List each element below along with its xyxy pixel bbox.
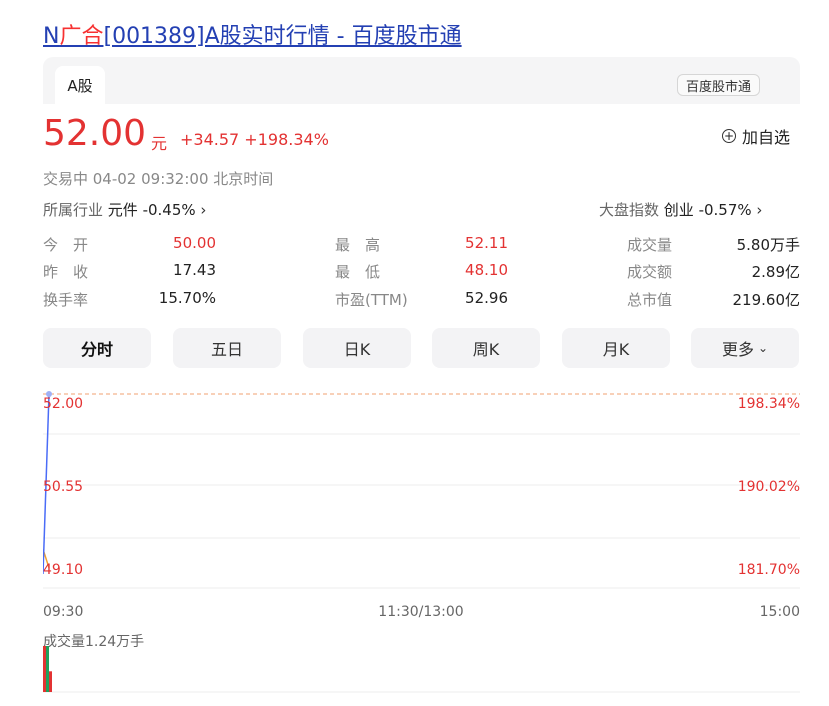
volume-bar [46,646,49,692]
stat-value-high: 52.11 [465,234,508,252]
volume-label: 成交量1.24万手 [43,633,144,650]
tab-a-share[interactable]: A股 [55,66,105,104]
period-tab-weekly[interactable]: 周K [432,328,540,368]
period-tab-5day[interactable]: 五日 [173,328,281,368]
plus-circle-icon: + [722,129,736,143]
y-tick-right: 198.34% [738,396,800,412]
index-label: 大盘指数 [599,201,660,219]
stat-label-prev-close: 昨 收 [43,263,89,281]
index-value: 创业 -0.57% [663,201,752,219]
y-tick-left: 49.10 [43,562,83,578]
stat-label-pe: 市盈(TTM) [335,291,408,309]
page-title[interactable]: N广合[001389]A股实时行情 - 百度股市通 [43,18,462,50]
x-tick: 09:30 [43,604,83,620]
period-tab-daily[interactable]: 日K [303,328,411,368]
stat-value-pe: 52.96 [465,289,508,307]
stat-label-turnover: 换手率 [43,291,89,309]
add-watchlist-label: 加自选 [742,128,791,147]
stat-value-amount: 2.89亿 [751,263,800,281]
y-tick-left: 52.00 [43,396,83,412]
volume-bar [43,646,46,692]
price-change: +34.57 +198.34% [180,130,329,149]
stat-label-volume: 成交量 [627,236,673,254]
y-tick-left: 50.55 [43,479,83,495]
y-tick-right: 181.70% [738,562,800,578]
x-tick: 15:00 [760,604,800,620]
period-tab-monthly[interactable]: 月K [562,328,670,368]
intraday-chart[interactable]: 52.00 50.55 49.10 198.34% 190.02% 181.70% 09:3… [43,388,800,698]
chevron-right-icon: › [200,201,207,219]
stat-label-amount: 成交额 [627,263,673,281]
add-watchlist-button[interactable]: + 加自选 [722,124,790,148]
stat-label-market-cap: 总市值 [627,291,673,309]
industry-link[interactable]: 所属行业 元件 -0.45% › [43,199,206,220]
price-unit: 元 [151,134,168,153]
index-link[interactable]: 大盘指数 创业 -0.57% › [599,199,762,220]
period-tab-intraday[interactable]: 分时 [43,328,151,368]
current-price: 52.00 [43,113,147,154]
stat-value-open: 50.00 [173,234,216,252]
chevron-right-icon: › [756,201,763,219]
more-label: 更多 [721,340,754,359]
y-tick-right: 190.02% [738,479,800,495]
period-tab-more[interactable]: 更多 ⌄ [691,328,799,368]
stat-label-high: 最 高 [335,236,381,254]
x-tick: 11:30/13:00 [378,604,463,620]
stat-value-turnover: 15.70% [158,289,216,307]
stat-value-low: 48.10 [465,261,508,279]
stat-value-volume: 5.80万手 [736,236,800,254]
volume-bar [49,671,52,692]
industry-value: 元件 -0.45% [107,201,196,219]
industry-label: 所属行业 [43,201,104,219]
chevron-down-icon: ⌄ [757,341,769,355]
stat-value-prev-close: 17.43 [173,261,216,279]
stat-label-open: 今 开 [43,236,89,254]
stat-label-low: 最 低 [335,263,381,281]
source-badge: 百度股市通 [677,74,761,96]
stat-value-market-cap: 219.60亿 [732,291,801,309]
trading-status: 交易中 04-02 09:32:00 北京时间 [43,170,274,188]
